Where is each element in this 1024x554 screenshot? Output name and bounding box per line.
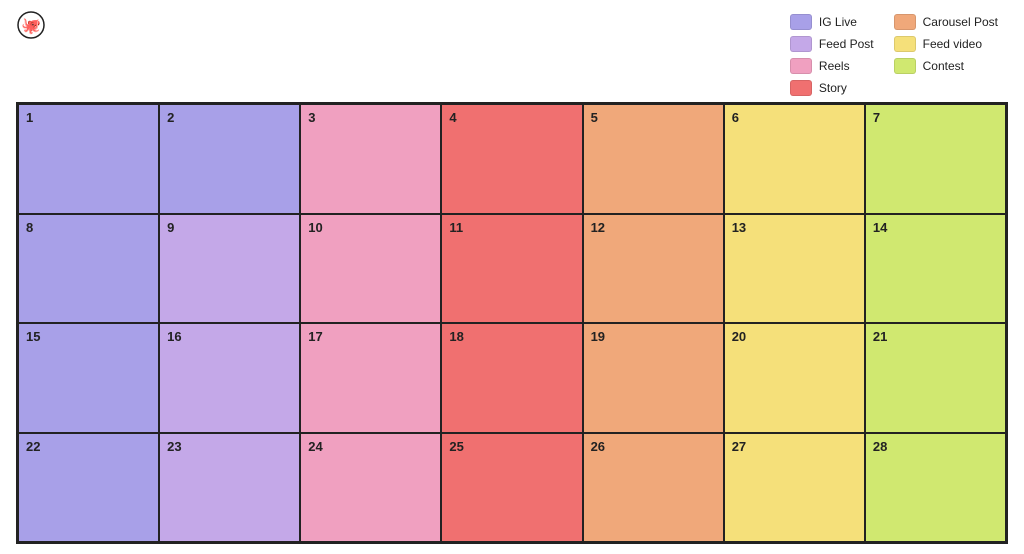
calendar-day-15[interactable]: 15 [18, 323, 159, 433]
cell-number: 12 [591, 220, 605, 235]
cell-number: 7 [873, 110, 880, 125]
legend-label-story: Story [819, 81, 847, 95]
cell-number: 26 [591, 439, 605, 454]
cell-number: 11 [449, 220, 463, 235]
cell-number: 10 [308, 220, 322, 235]
calendar-day-22[interactable]: 22 [18, 433, 159, 543]
cell-number: 22 [26, 439, 40, 454]
legend-item-reels: Reels [790, 58, 874, 74]
calendar-day-11[interactable]: 11 [441, 214, 582, 324]
cell-number: 3 [308, 110, 315, 125]
calendar-day-27[interactable]: 27 [724, 433, 865, 543]
calendar-day-2[interactable]: 2 [159, 104, 300, 214]
legend-item-feed-video: Feed video [894, 36, 998, 52]
calendar-day-28[interactable]: 28 [865, 433, 1006, 543]
legend-item-carousel: Carousel Post [894, 14, 998, 30]
cell-number: 2 [167, 110, 174, 125]
calendar-day-10[interactable]: 10 [300, 214, 441, 324]
cell-number: 6 [732, 110, 739, 125]
cell-number: 14 [873, 220, 887, 235]
top-section: 🐙 IG Live Carousel Post Feed Post Feed vide… [16, 10, 1008, 96]
calendar-day-18[interactable]: 18 [441, 323, 582, 433]
logo-title: 🐙 [16, 10, 52, 42]
legend-label-ig-live: IG Live [819, 15, 857, 29]
logo-row: 🐙 [16, 10, 52, 40]
legend-swatch-reels [790, 58, 812, 74]
calendar-day-7[interactable]: 7 [865, 104, 1006, 214]
calendar-day-9[interactable]: 9 [159, 214, 300, 324]
cell-number: 17 [308, 329, 322, 344]
calendar-day-5[interactable]: 5 [583, 104, 724, 214]
legend-item-empty [894, 80, 998, 96]
calendar-day-21[interactable]: 21 [865, 323, 1006, 433]
legend-label-carousel: Carousel Post [923, 15, 998, 29]
legend-swatch-carousel [894, 14, 916, 30]
cell-number: 23 [167, 439, 181, 454]
legend-swatch-feed-video [894, 36, 916, 52]
calendar-day-6[interactable]: 6 [724, 104, 865, 214]
calendar-day-4[interactable]: 4 [441, 104, 582, 214]
cell-number: 1 [26, 110, 33, 125]
cell-number: 21 [873, 329, 887, 344]
calendar-day-12[interactable]: 12 [583, 214, 724, 324]
svg-text:🐙: 🐙 [21, 18, 41, 35]
legend-item-contest: Contest [894, 58, 998, 74]
legend-swatch-story [790, 80, 812, 96]
calendar-day-19[interactable]: 19 [583, 323, 724, 433]
cell-number: 20 [732, 329, 746, 344]
cell-number: 9 [167, 220, 174, 235]
cell-number: 16 [167, 329, 181, 344]
cell-number: 8 [26, 220, 33, 235]
legend-swatch-feed-post [790, 36, 812, 52]
legend-swatch-contest [894, 58, 916, 74]
calendar-day-25[interactable]: 25 [441, 433, 582, 543]
cell-number: 19 [591, 329, 605, 344]
calendar-day-26[interactable]: 26 [583, 433, 724, 543]
cell-number: 4 [449, 110, 456, 125]
legend-label-feed-video: Feed video [923, 37, 982, 51]
cell-number: 13 [732, 220, 746, 235]
legend-swatch-ig-live [790, 14, 812, 30]
calendar-day-16[interactable]: 16 [159, 323, 300, 433]
calendar-day-23[interactable]: 23 [159, 433, 300, 543]
legend-label-feed-post: Feed Post [819, 37, 874, 51]
calendar-day-17[interactable]: 17 [300, 323, 441, 433]
calendar-day-8[interactable]: 8 [18, 214, 159, 324]
legend-item-ig-live: IG Live [790, 14, 874, 30]
cell-number: 25 [449, 439, 463, 454]
cell-number: 28 [873, 439, 887, 454]
calendar-day-20[interactable]: 20 [724, 323, 865, 433]
legend: IG Live Carousel Post Feed Post Feed video R… [790, 14, 998, 96]
cell-number: 15 [26, 329, 40, 344]
calendar-day-3[interactable]: 3 [300, 104, 441, 214]
calendar-grid: 1234567891011121314151617181920212223242… [16, 102, 1008, 544]
legend-item-story: Story [790, 80, 874, 96]
legend-label-reels: Reels [819, 59, 850, 73]
calendar-day-1[interactable]: 1 [18, 104, 159, 214]
manychat-logo-icon: 🐙 [16, 10, 46, 40]
calendar-day-24[interactable]: 24 [300, 433, 441, 543]
calendar-day-14[interactable]: 14 [865, 214, 1006, 324]
page: 🐙 IG Live Carousel Post Feed Post Feed vide… [0, 0, 1024, 554]
calendar-day-13[interactable]: 13 [724, 214, 865, 324]
cell-number: 18 [449, 329, 463, 344]
cell-number: 24 [308, 439, 322, 454]
cell-number: 27 [732, 439, 746, 454]
cell-number: 5 [591, 110, 598, 125]
legend-item-feed-post: Feed Post [790, 36, 874, 52]
legend-label-contest: Contest [923, 59, 964, 73]
